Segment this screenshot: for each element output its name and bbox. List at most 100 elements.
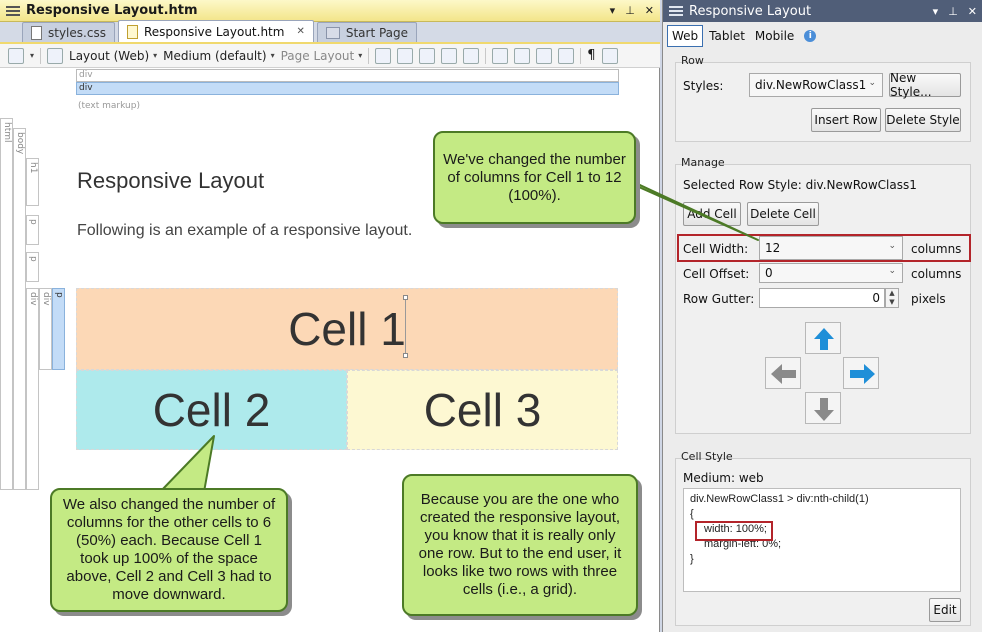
styles-select-value: div.NewRowClass1 [755, 78, 867, 92]
styles-select[interactable]: div.NewRowClass1 ⌄ [749, 73, 883, 97]
selected-row-style: Selected Row Style: div.NewRowClass1 [683, 178, 917, 192]
spell-check-icon[interactable] [492, 47, 509, 64]
show-markers-icon[interactable] [441, 47, 458, 64]
tag-p-selected[interactable]: p [52, 288, 65, 370]
show-tags-icon[interactable] [375, 47, 392, 64]
structure-bar-div[interactable]: div [76, 69, 619, 82]
structure-bar-div-selected[interactable]: div [76, 82, 619, 95]
toolbar-separator [580, 47, 582, 64]
delete-cell-button[interactable]: Delete Cell [747, 202, 819, 226]
tag-h1[interactable]: h1 [26, 158, 39, 206]
panel-title: Responsive Layout [689, 3, 812, 19]
manage-group-label: Manage [681, 156, 725, 169]
tab-mobile[interactable]: Mobile [751, 26, 798, 46]
medium-dropdown-label: Medium (default) [163, 48, 267, 63]
page-layout-dropdown[interactable]: Page Layout ▾ [281, 49, 363, 63]
row-gutter-unit: pixels [911, 292, 946, 306]
tag-gutter: html body h1 p p div div p [0, 118, 68, 490]
add-cell-button[interactable]: Add Cell [683, 202, 741, 226]
insert-field-icon[interactable] [536, 47, 553, 64]
pin-icon[interactable]: ⊥ [948, 5, 958, 18]
css-line: { [690, 508, 694, 520]
document-tabstrip: styles.css Responsive Layout.htm ✕ Start… [0, 20, 660, 44]
page-paragraph: Following is an example of a responsive … [77, 222, 413, 239]
grip-icon[interactable] [669, 6, 683, 16]
css-line: div.NewRowClass1 > div:nth-child(1) [690, 493, 869, 505]
tag-html[interactable]: html [0, 118, 13, 490]
tab-tablet[interactable]: Tablet [705, 26, 749, 46]
arrow-up-icon [814, 328, 834, 350]
chevron-down-icon: ⌄ [888, 266, 896, 276]
row-gutter-input[interactable]: 0 [759, 288, 885, 308]
row-gutter-stepper[interactable]: ▲ ▼ [885, 288, 899, 308]
page-layout-dropdown-label: Page Layout [280, 48, 355, 63]
layout-icon[interactable] [47, 47, 64, 64]
structure-bars: div div [76, 69, 619, 95]
text-caret [403, 295, 411, 358]
chevron-down-icon: ⌄ [868, 78, 876, 88]
move-up-button[interactable] [805, 322, 841, 354]
close-icon[interactable]: ✕ [645, 4, 654, 17]
show-frames-icon[interactable] [419, 47, 436, 64]
medium-tabs: Web Tablet Mobile i [663, 24, 982, 48]
toolbar-separator [40, 47, 42, 64]
grip-icon[interactable] [6, 5, 20, 16]
htm-file-icon [126, 24, 138, 39]
editor-titlebar: Responsive Layout.htm ▾ ⊥ ✕ [0, 0, 660, 22]
page-heading: Responsive Layout [77, 168, 265, 193]
medium-label: Medium: web [683, 471, 764, 485]
cell-offset-select[interactable]: 0 ⌄ [759, 263, 903, 283]
zoom-icon[interactable] [8, 47, 24, 64]
css-line: } [690, 553, 694, 565]
preview-icon[interactable] [601, 47, 618, 64]
show-blocks-icon[interactable] [397, 47, 414, 64]
layout-cell-3[interactable]: Cell 3 [347, 370, 618, 450]
medium-dropdown[interactable]: Medium (default) ▾ [163, 49, 274, 63]
paragraph-mark-icon[interactable]: ¶ [587, 48, 595, 63]
tag-body[interactable]: body [13, 128, 26, 490]
edit-button[interactable]: Edit [929, 598, 961, 622]
cell-style-group-label: Cell Style [681, 450, 733, 463]
conditions-icon[interactable] [463, 47, 480, 64]
tag-p[interactable]: p [26, 215, 39, 245]
dropdown-arrow-icon[interactable]: ▾ [933, 5, 939, 18]
tag-div[interactable]: div [26, 288, 39, 490]
tab-label: styles.css [48, 25, 106, 40]
arrow-down-icon [814, 398, 834, 421]
dropdown-arrow-icon[interactable]: ▾ [610, 4, 616, 17]
tag-div[interactable]: div [39, 288, 52, 370]
cell-offset-value: 0 [765, 266, 773, 280]
tab-styles-css[interactable]: styles.css [22, 22, 115, 42]
delete-style-button[interactable]: Delete Style [885, 108, 961, 132]
info-icon[interactable]: i [804, 30, 817, 42]
text-markup-label: (text markup) [78, 101, 140, 111]
arrow-left-icon [771, 364, 796, 384]
tab-start-page[interactable]: Start Page [316, 22, 418, 42]
chevron-down-icon[interactable]: ▾ [30, 51, 34, 60]
layout-cell-2[interactable]: Cell 2 [76, 370, 347, 450]
new-style-button[interactable]: New Style... [889, 71, 961, 99]
pin-icon[interactable]: ⊥ [625, 4, 635, 17]
insert-cell-icon[interactable] [558, 47, 575, 64]
move-down-button[interactable] [805, 392, 841, 424]
resize-handle[interactable] [403, 295, 408, 300]
cell-offset-unit: columns [911, 267, 962, 281]
layout-cell-1[interactable]: Cell 1 [76, 288, 618, 370]
insert-row-button[interactable]: Insert Row [811, 108, 881, 132]
layout-dropdown[interactable]: Layout (Web) ▾ [69, 49, 157, 63]
responsive-layout-panel: Responsive Layout ▾ ⊥ ✕ Web Tablet Mobil… [662, 0, 982, 632]
tab-web[interactable]: Web [667, 25, 704, 47]
move-right-button[interactable] [843, 357, 879, 389]
move-left-button[interactable] [765, 357, 801, 389]
resize-handle[interactable] [403, 353, 408, 358]
arrow-right-icon [850, 364, 875, 384]
editor-title: Responsive Layout.htm [26, 3, 198, 18]
cell-offset-label: Cell Offset: [683, 267, 750, 281]
tab-responsive-layout[interactable]: Responsive Layout.htm ✕ [117, 20, 314, 42]
close-icon[interactable]: ✕ [968, 5, 977, 18]
text-format-icon[interactable] [514, 47, 531, 64]
highlight-box [695, 521, 773, 541]
callout-other-cells: We also changed the number of columns fo… [50, 488, 288, 612]
close-tab-icon[interactable]: ✕ [296, 26, 304, 37]
tag-p[interactable]: p [26, 252, 39, 282]
